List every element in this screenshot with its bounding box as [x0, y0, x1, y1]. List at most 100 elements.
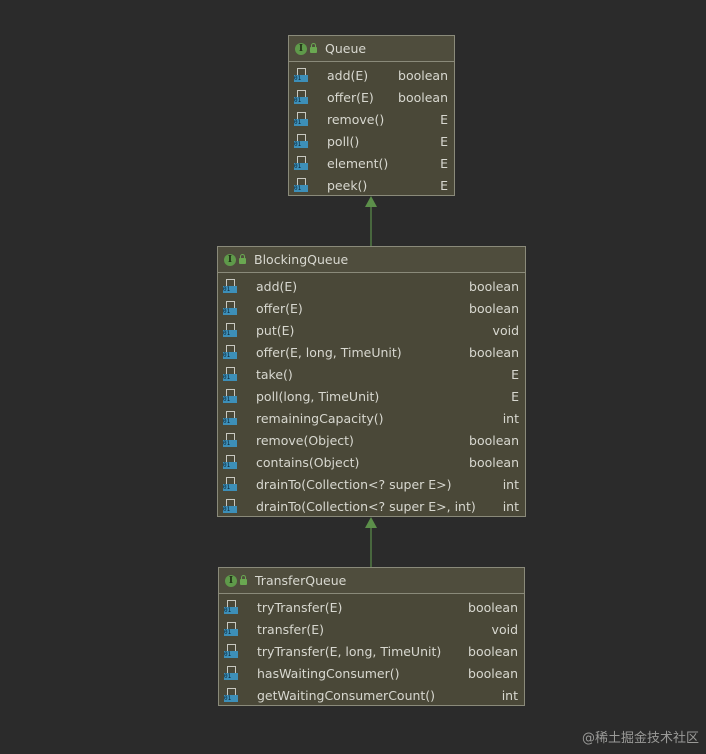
method-return-type: boolean — [469, 300, 519, 316]
method-icon: 01 — [294, 156, 308, 170]
method-return-type: int — [502, 410, 519, 426]
method-row[interactable]: 01 element() E — [289, 152, 454, 174]
method-list: 01 add(E) boolean 01 offer(E) boolean 01 remove… — [289, 62, 454, 196]
method-row[interactable]: 01 contains(Object) boolean — [218, 451, 525, 473]
interface-icon: I — [295, 42, 307, 55]
method-name: contains(Object) — [256, 454, 360, 470]
method-icon: 01 — [294, 134, 308, 148]
method-row[interactable]: 01 add(E) boolean — [289, 64, 454, 86]
method-icon: 01 — [224, 622, 238, 636]
interface-title: TransferQueue — [255, 573, 347, 588]
method-row[interactable]: 01 peek() E — [289, 174, 454, 196]
arrow-blockingqueue-to-queue — [365, 196, 377, 246]
method-name: drainTo(Collection<? super E>, int) — [256, 498, 476, 514]
method-icon: 01 — [294, 90, 308, 104]
method-return-type: boolean — [398, 67, 448, 83]
method-name: poll() — [327, 133, 360, 149]
method-name: offer(E) — [256, 300, 303, 316]
method-row[interactable]: 01 remove() E — [289, 108, 454, 130]
method-return-type: boolean — [469, 278, 519, 294]
method-row[interactable]: 01 hasWaitingConsumer() boolean — [219, 662, 524, 684]
method-row[interactable]: 01 take() E — [218, 363, 525, 385]
method-icon: 01 — [224, 600, 238, 614]
method-return-type: void — [492, 322, 519, 338]
method-name: getWaitingConsumerCount() — [257, 687, 436, 703]
method-return-type: E — [440, 155, 448, 171]
method-return-type: boolean — [469, 432, 519, 448]
method-icon: 01 — [223, 345, 237, 359]
method-icon: 01 — [224, 666, 238, 680]
method-return-type: E — [511, 388, 519, 404]
method-row[interactable]: 01 remove(Object) boolean — [218, 429, 525, 451]
method-row[interactable]: 01 offer(E) boolean — [218, 297, 525, 319]
queue-header: I Queue — [289, 36, 454, 62]
method-return-type: boolean — [468, 643, 518, 659]
method-icon: 01 — [223, 389, 237, 403]
method-icon: 01 — [294, 112, 308, 126]
blockingqueue-interface-box[interactable]: I BlockingQueue 01 add(E) boolean 01 offer(E… — [217, 246, 526, 517]
method-return-type: int — [502, 498, 519, 514]
method-name: drainTo(Collection<? super E>) — [256, 476, 452, 492]
method-row[interactable]: 01 put(E) void — [218, 319, 525, 341]
method-name: offer(E, long, TimeUnit) — [256, 344, 402, 360]
method-return-type: E — [511, 366, 519, 382]
method-name: tryTransfer(E, long, TimeUnit) — [257, 643, 442, 659]
method-return-type: boolean — [468, 665, 518, 681]
arrow-transferqueue-to-blockingqueue — [365, 517, 377, 567]
method-name: remainingCapacity() — [256, 410, 384, 426]
method-row[interactable]: 01 remainingCapacity() int — [218, 407, 525, 429]
method-row[interactable]: 01 getWaitingConsumerCount() int — [219, 684, 524, 706]
method-name: hasWaitingConsumer() — [257, 665, 400, 681]
method-name: add(E) — [256, 278, 298, 294]
method-row[interactable]: 01 transfer(E) void — [219, 618, 524, 640]
method-row[interactable]: 01 add(E) boolean — [218, 275, 525, 297]
method-return-type: E — [440, 133, 448, 149]
method-name: poll(long, TimeUnit) — [256, 388, 380, 404]
method-return-type: void — [491, 621, 518, 637]
interface-icon: I — [224, 253, 236, 266]
method-row[interactable]: 01 offer(E, long, TimeUnit) boolean — [218, 341, 525, 363]
method-return-type: boolean — [469, 454, 519, 470]
lock-icon — [240, 574, 247, 585]
method-return-type: boolean — [468, 599, 518, 615]
method-row[interactable]: 01 drainTo(Collection<? super E>, int) int — [218, 495, 525, 517]
method-name: transfer(E) — [257, 621, 325, 637]
interface-title: Queue — [325, 41, 367, 56]
method-list: 01 add(E) boolean 01 offer(E) boolean 01 put(E)… — [218, 273, 525, 517]
method-row[interactable]: 01 poll() E — [289, 130, 454, 152]
method-icon: 01 — [223, 499, 237, 513]
transferqueue-header: I TransferQueue — [219, 568, 524, 594]
method-name: remove() — [327, 111, 385, 127]
method-return-type: boolean — [398, 89, 448, 105]
method-row[interactable]: 01 tryTransfer(E, long, TimeUnit) boolean — [219, 640, 524, 662]
queue-interface-box[interactable]: I Queue 01 add(E) boolean 01 offer(E) boolean… — [288, 35, 455, 196]
method-list: 01 tryTransfer(E) boolean 01 transfer(E) void… — [219, 594, 524, 706]
blockingqueue-header: I BlockingQueue — [218, 247, 525, 273]
method-name: element() — [327, 155, 389, 171]
method-name: add(E) — [327, 67, 369, 83]
method-icon: 01 — [223, 301, 237, 315]
method-row[interactable]: 01 drainTo(Collection<? super E>) int — [218, 473, 525, 495]
interface-icon: I — [225, 574, 237, 587]
method-icon: 01 — [223, 455, 237, 469]
method-name: offer(E) — [327, 89, 374, 105]
method-return-type: int — [502, 476, 519, 492]
method-return-type: int — [501, 687, 518, 703]
method-icon: 01 — [223, 279, 237, 293]
method-name: take() — [256, 366, 293, 382]
method-icon: 01 — [223, 477, 237, 491]
method-icon: 01 — [223, 323, 237, 337]
transferqueue-interface-box[interactable]: I TransferQueue 01 tryTransfer(E) boolean 0… — [218, 567, 525, 706]
method-name: peek() — [327, 177, 368, 193]
method-icon: 01 — [294, 178, 308, 192]
method-row[interactable]: 01 tryTransfer(E) boolean — [219, 596, 524, 618]
method-name: tryTransfer(E) — [257, 599, 343, 615]
method-icon: 01 — [224, 688, 238, 702]
method-icon: 01 — [294, 68, 308, 82]
method-return-type: boolean — [469, 344, 519, 360]
method-row[interactable]: 01 poll(long, TimeUnit) E — [218, 385, 525, 407]
method-icon: 01 — [224, 644, 238, 658]
method-row[interactable]: 01 offer(E) boolean — [289, 86, 454, 108]
method-icon: 01 — [223, 433, 237, 447]
method-return-type: E — [440, 177, 448, 193]
